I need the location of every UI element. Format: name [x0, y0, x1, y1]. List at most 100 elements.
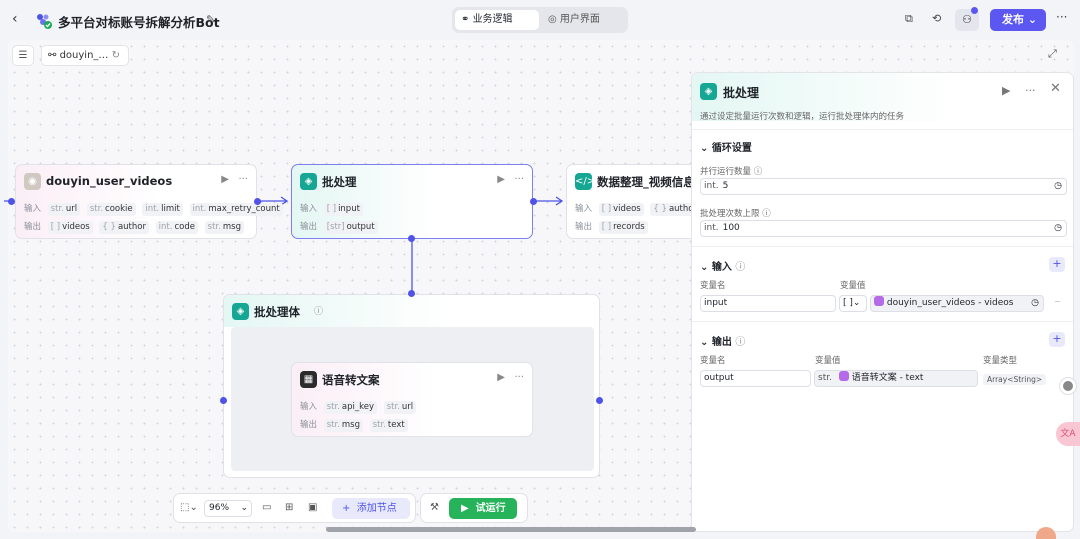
clock-icon[interactable]: ◷ — [1031, 296, 1039, 311]
param-name: code — [174, 222, 195, 232]
param-tag: str. url — [383, 401, 417, 414]
minimap-icon[interactable]: ▣ — [308, 502, 317, 513]
param-type: str. — [50, 204, 64, 214]
bot-logo-icon — [37, 14, 52, 29]
body-output-port[interactable] — [596, 397, 603, 404]
outputs-label: 输出 — [300, 222, 318, 232]
add-node-button[interactable]: + 添加节点 — [332, 498, 410, 519]
play-icon[interactable]: ▶ — [1002, 84, 1010, 97]
output-var-name-field[interactable]: output — [700, 370, 811, 387]
node-header: ◈ 批处理体 ⓘ — [232, 303, 591, 323]
info-icon[interactable]: ⓘ — [762, 209, 771, 219]
remove-input-icon[interactable]: − — [1054, 297, 1061, 307]
more-icon[interactable]: ··· — [514, 372, 524, 383]
section-title: 循环设置 — [711, 143, 752, 154]
loop-section-header[interactable]: ⌄ 循环设置 — [700, 139, 752, 154]
play-icon[interactable]: ▶ — [221, 174, 229, 185]
output-section-header[interactable]: ⌄ 输出 ⓘ — [700, 333, 745, 348]
param-tag: [ ] records — [598, 221, 648, 234]
wrench-icon[interactable]: ⚒ — [430, 502, 439, 513]
users-icon: ⚇ — [962, 13, 972, 26]
output-var-type-badge: Array<String> — [983, 374, 1047, 385]
limit-label: 批处理次数上限 ⓘ — [700, 207, 771, 219]
publish-label: 发布 — [1002, 13, 1024, 26]
node-title: 批处理 — [322, 175, 357, 189]
close-icon[interactable]: ✕ — [1050, 81, 1061, 96]
info-icon[interactable]: ⓘ — [735, 262, 745, 273]
tab-business-logic[interactable]: ⚭ 业务逻辑 — [455, 10, 539, 30]
tab-user-interface[interactable]: ◎ 用户界面 — [542, 10, 624, 30]
add-output-icon[interactable]: + — [1049, 332, 1065, 347]
tab-label: 业务逻辑 — [472, 14, 513, 25]
more-icon[interactable]: ··· — [1056, 10, 1067, 24]
plus-icon: + — [342, 503, 351, 514]
output-port[interactable] — [254, 198, 261, 205]
param-tag: int. max_retry_count — [189, 203, 283, 216]
batch-body-top-port[interactable] — [408, 290, 415, 297]
info-icon[interactable]: ⓘ — [735, 337, 745, 348]
collaborators-button[interactable]: ⚇ — [955, 7, 979, 31]
param-tag: [str] output — [323, 221, 378, 234]
more-icon[interactable]: ··· — [238, 174, 248, 185]
publish-button[interactable]: 发布 ⌄ — [990, 9, 1046, 31]
more-icon[interactable]: ··· — [514, 174, 524, 185]
back-arrow-icon[interactable]: ‹ — [12, 11, 18, 27]
param-type: [str] — [326, 222, 345, 232]
workflow-chip[interactable]: ⚯ douyin_… ↻ — [41, 45, 129, 66]
input-port[interactable] — [8, 198, 15, 205]
add-input-icon[interactable]: + — [1049, 257, 1065, 272]
node-speech-to-text[interactable]: ▦ 语音转文案 ▶ ··· 输入 str. api_key str. url 输出 … — [291, 362, 533, 437]
param-tag: str. msg — [204, 221, 244, 234]
mouse-mode-icon[interactable]: ⬚⌄ — [180, 502, 198, 513]
assistant-float-icon[interactable] — [1059, 377, 1077, 395]
test-run-button[interactable]: ▶ 试运行 — [449, 498, 517, 519]
input-var-name-field[interactable]: input — [700, 295, 836, 312]
translate-float-icon[interactable]: 文A — [1056, 422, 1080, 446]
expand-icon[interactable]: ⤢ — [1048, 47, 1057, 61]
zoom-select[interactable]: 96% ⌄ — [204, 500, 252, 517]
node-header: ▦ 语音转文案 ▶ ··· — [300, 371, 524, 391]
horizontal-scrollbar[interactable] — [326, 527, 696, 532]
edit-icon[interactable]: ✎ — [206, 13, 215, 26]
loading-icon: ↻ — [111, 50, 120, 61]
param-type: str. — [386, 402, 400, 412]
node-douyin-user-videos[interactable]: ◉ douyin_user_videos ▶ ··· 输入 str. url st… — [15, 164, 283, 239]
view-switcher: ⚭ 业务逻辑 ◎ 用户界面 — [452, 7, 628, 33]
parallel-label: 并行运行数量 ⓘ — [700, 165, 762, 177]
comment-icon[interactable]: ▭ — [262, 502, 271, 513]
param-tag: [ ] videos — [47, 221, 93, 234]
outputs-label: 输出 — [575, 222, 593, 232]
more-icon[interactable]: ··· — [1025, 84, 1036, 97]
output-var-value-field[interactable]: str. 语音转文案 - text — [814, 370, 978, 387]
param-name: max_retry_count — [208, 204, 280, 214]
output-port[interactable] — [530, 198, 537, 205]
batch-limit-input[interactable]: int. 100 ◷ — [700, 220, 1067, 237]
canvas-toolbar: ⬚⌄ 96% ⌄ ▭ ⊞ ▣ + 添加节点 — [173, 493, 416, 523]
sidebar-toggle-icon[interactable]: ☰ — [12, 45, 34, 66]
clock-icon[interactable]: ◷ — [1054, 179, 1062, 194]
node-outputs-row: 输出 [ ] records — [575, 220, 648, 234]
window-icon[interactable]: ⧉ — [905, 12, 913, 26]
input-section-header[interactable]: ⌄ 输入 ⓘ — [700, 258, 745, 273]
layout-icon[interactable]: ⊞ — [285, 502, 293, 513]
clock-icon[interactable]: ◷ — [1054, 221, 1062, 236]
history-icon[interactable]: ⟲ — [932, 12, 941, 25]
param-name: msg — [222, 222, 241, 232]
parallel-count-input[interactable]: int. 5 ◷ — [700, 178, 1067, 195]
param-name: api_key — [341, 402, 375, 412]
param-tag: [ ] videos — [598, 203, 644, 216]
parallel-label-text: 并行运行数量 — [700, 167, 752, 177]
input-var-value-field[interactable]: douyin_user_videos - videos ◷ — [870, 295, 1044, 312]
param-name: records — [613, 222, 645, 232]
play-icon[interactable]: ▶ — [497, 174, 505, 185]
node-batch[interactable]: ◈ 批处理 ▶ ··· 输入 [ ] input 输出 [str] output — [291, 164, 533, 239]
info-icon[interactable]: ⓘ — [314, 304, 323, 317]
chevron-down-icon: ⌄ — [700, 337, 709, 348]
body-input-port[interactable] — [220, 397, 227, 404]
section-title: 输入 — [711, 262, 732, 273]
info-icon[interactable]: ⓘ — [754, 167, 763, 177]
play-icon[interactable]: ▶ — [497, 372, 505, 383]
batch-body-port[interactable] — [408, 235, 415, 242]
input-var-type-select[interactable]: [ ]⌄ — [839, 295, 867, 312]
node-outputs-row: 输出 [ ] videos { } author int. code str. msg — [24, 220, 244, 234]
